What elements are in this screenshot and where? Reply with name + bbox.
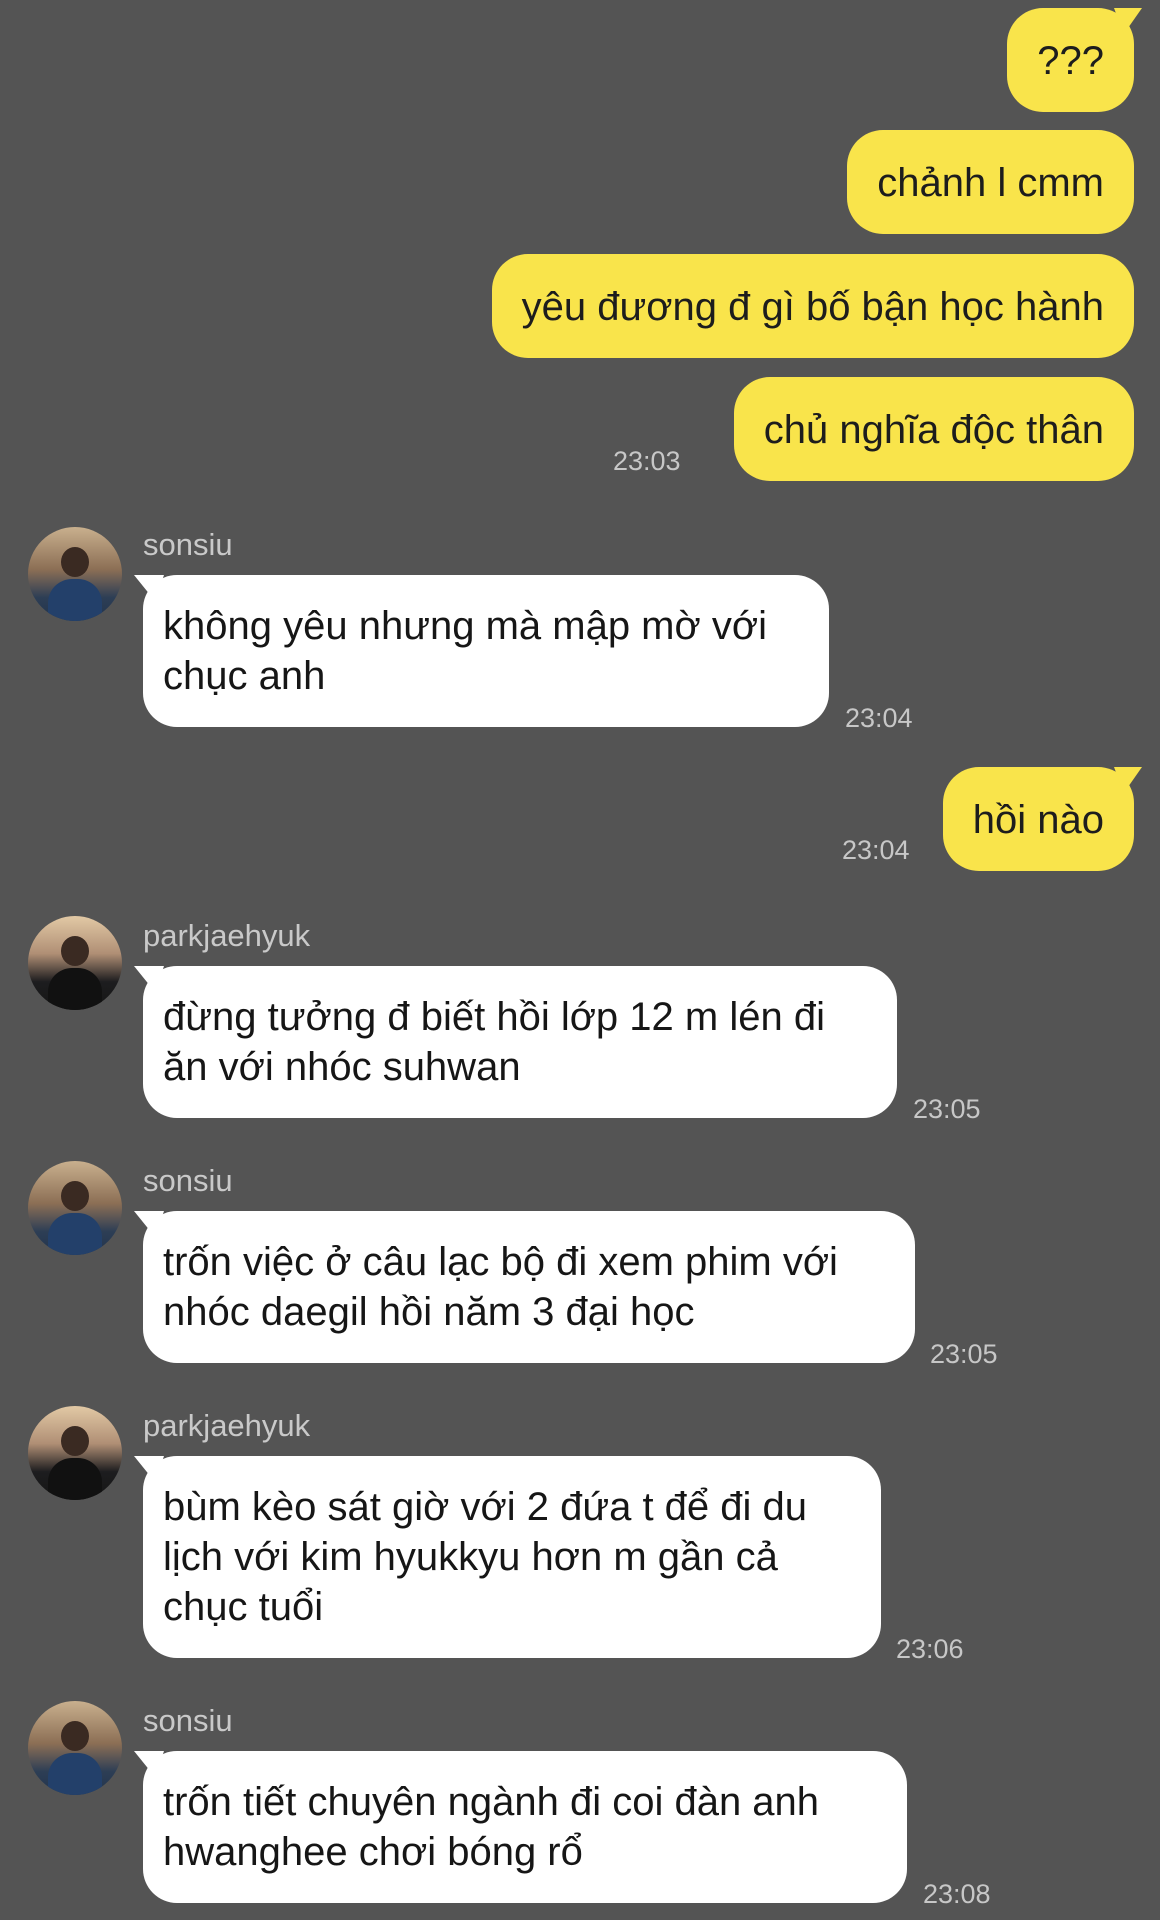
message-text: yêu đương đ gì bố bận học hành xyxy=(491,254,1134,358)
message-timestamp: 23:04 xyxy=(842,835,910,865)
message-text: chủ nghĩa độc thân xyxy=(733,377,1134,481)
avatar[interactable] xyxy=(28,916,122,1010)
message-timestamp: 23:03 xyxy=(613,446,681,476)
message-text: ??? xyxy=(1007,8,1134,112)
sender-name: parkjaehyuk xyxy=(143,918,311,953)
message-timestamp: 23:05 xyxy=(913,1094,981,1124)
avatar[interactable] xyxy=(28,1161,122,1255)
chat-thread[interactable]: ??? chảnh l cmm yêu đương đ gì bố bận họ… xyxy=(0,0,1160,1920)
message-text: chảnh l cmm xyxy=(847,130,1134,234)
sender-name: sonsiu xyxy=(143,527,233,562)
avatar[interactable] xyxy=(28,527,122,621)
sender-name: parkjaehyuk xyxy=(143,1408,311,1443)
message-timestamp: 23:04 xyxy=(845,703,913,733)
message-outgoing[interactable]: chảnh l cmm xyxy=(847,130,1134,234)
avatar[interactable] xyxy=(28,1701,122,1795)
message-text: trốn tiết chuyên ngành đi coi đàn anh hw… xyxy=(143,1751,907,1903)
sender-name: sonsiu xyxy=(143,1163,233,1198)
message-timestamp: 23:05 xyxy=(930,1339,998,1369)
sender-name: sonsiu xyxy=(143,1703,233,1738)
message-timestamp: 23:06 xyxy=(896,1634,964,1664)
message-outgoing[interactable]: hồi nào xyxy=(942,767,1134,871)
message-text: không yêu nhưng mà mập mờ với chục anh xyxy=(143,575,829,727)
message-text: hồi nào xyxy=(942,767,1134,871)
message-timestamp: 23:08 xyxy=(923,1879,991,1909)
avatar[interactable] xyxy=(28,1406,122,1500)
message-text: trốn việc ở câu lạc bộ đi xem phim với n… xyxy=(143,1211,915,1363)
message-outgoing[interactable]: yêu đương đ gì bố bận học hành xyxy=(491,254,1134,358)
message-text: bùm kèo sát giờ với 2 đứa t để đi du lịc… xyxy=(143,1456,881,1658)
message-outgoing[interactable]: chủ nghĩa độc thân xyxy=(733,377,1134,481)
message-outgoing[interactable]: ??? xyxy=(1007,8,1134,112)
message-text: đừng tưởng đ biết hồi lớp 12 m lén đi ăn… xyxy=(143,966,897,1118)
